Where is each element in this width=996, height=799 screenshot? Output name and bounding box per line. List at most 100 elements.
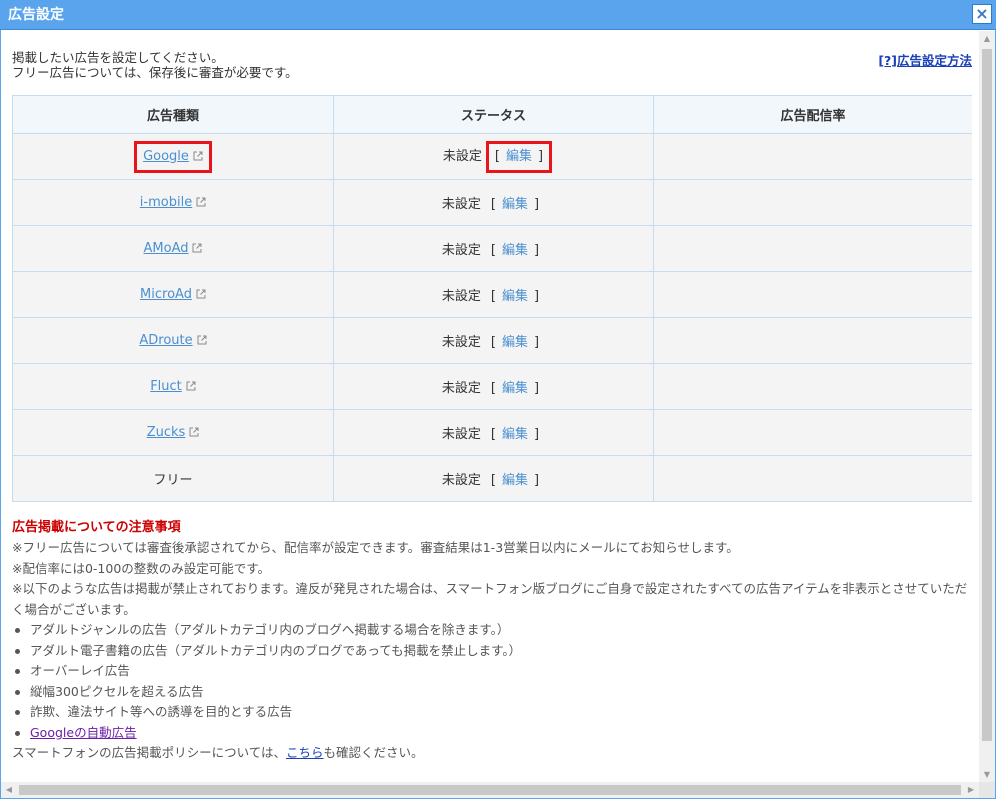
- edit-button[interactable]: 編集: [502, 243, 528, 258]
- status-cell: 未設定 [ 編集]: [333, 409, 654, 456]
- table-row: i-mobile 未設定 [編集]: [12, 179, 972, 226]
- status-text: 未設定: [441, 197, 481, 212]
- bracket-close: ]: [538, 148, 544, 164]
- edit-button[interactable]: 編集: [502, 427, 528, 442]
- ad-provider-link[interactable]: i-mobile: [140, 195, 192, 210]
- table-row: ADroute 未設定 [ 編集]: [12, 317, 972, 364]
- horizontal-scrollbar[interactable]: ◀ ▶: [1, 782, 979, 798]
- delivery-rate-cell: [653, 271, 972, 318]
- status-text: 未設定: [441, 335, 481, 350]
- table-header-row: 広告種類 ステータス 広告配信率: [12, 95, 972, 134]
- status-text: 未設定: [441, 381, 481, 396]
- ad-provider-link[interactable]: Fluct: [150, 379, 182, 394]
- bracket-close: ]: [534, 289, 540, 304]
- edit-wrapper: [ 編集]: [485, 243, 545, 258]
- status-cell: 未設定 [ 編集]: [333, 271, 654, 318]
- edit-wrapper: [ 編集]: [485, 427, 545, 442]
- bracket-close: ]: [534, 243, 540, 258]
- status-text: 未設定: [442, 148, 482, 164]
- scroll-left-icon[interactable]: ◀: [1, 782, 17, 798]
- vertical-scrollbar[interactable]: ▲ ▼: [979, 31, 995, 783]
- prohibited-list: アダルトジャンルの広告（アダルトカテゴリ内のブログへ掲載する場合を除きます。） …: [12, 620, 972, 743]
- status-text: 未設定: [441, 289, 481, 304]
- edit-wrapper: [ 編集]: [485, 335, 545, 350]
- notes-section: 広告掲載についての注意事項 ※フリー広告については審査後承認されてから、配信率が…: [12, 518, 972, 764]
- list-item: 縦幅300ピクセルを超える広告: [12, 682, 972, 703]
- intro-text: 掲載したい広告を設定してください。 フリー広告については、保存後に審査が必要です…: [12, 50, 298, 80]
- status-cell: 未設定 [ 編集]: [333, 363, 654, 410]
- external-link-icon: [196, 288, 206, 299]
- bracket-open: [: [490, 243, 496, 258]
- status-cell: 未設定 [編集]: [333, 455, 654, 502]
- policy-link[interactable]: こちら: [286, 745, 324, 760]
- list-item: アダルトジャンルの広告（アダルトカテゴリ内のブログへ掲載する場合を除きます。）: [12, 620, 972, 641]
- ad-provider-link[interactable]: ADroute: [139, 333, 192, 348]
- bracket-open: [: [490, 427, 496, 442]
- bracket-close: ]: [534, 427, 540, 442]
- edit-button[interactable]: 編集: [502, 197, 528, 212]
- table-row: AMoAd 未設定 [編集]: [12, 225, 972, 272]
- ad-type-cell: ADroute: [12, 317, 334, 364]
- close-button[interactable]: ×: [972, 4, 992, 24]
- ad-settings-help-link[interactable]: [?]広告設定方法: [878, 50, 972, 69]
- scroll-up-icon[interactable]: ▲: [979, 31, 995, 47]
- policy-note: スマートフォンの広告掲載ポリシーについては、こちらも確認ください。: [12, 743, 972, 764]
- table-row: MicroAd 未設定 [ 編集]: [12, 271, 972, 318]
- intro-line-2: フリー広告については、保存後に審査が必要です。: [12, 65, 298, 80]
- external-link-icon: [193, 150, 203, 160]
- bracket-close: ]: [534, 381, 540, 396]
- vertical-scroll-thumb[interactable]: [982, 49, 992, 741]
- ad-provider-link[interactable]: MicroAd: [140, 287, 192, 302]
- window-title: 広告設定: [8, 7, 64, 23]
- edit-button[interactable]: 編集: [502, 473, 528, 488]
- ad-provider-link[interactable]: Zucks: [147, 425, 186, 440]
- scroll-down-icon[interactable]: ▼: [979, 767, 995, 783]
- google-auto-ads-link[interactable]: Googleの自動広告: [30, 725, 137, 740]
- status-text: 未設定: [441, 473, 481, 488]
- status-cell: 未設定 [編集]: [333, 133, 654, 180]
- ad-provider-link[interactable]: AMoAd: [144, 241, 189, 256]
- table-row: Google 未設定 [編集]: [12, 133, 972, 180]
- dialog-content: 掲載したい広告を設定してください。 フリー広告については、保存後に審査が必要です…: [12, 30, 972, 782]
- edit-button[interactable]: 編集: [502, 289, 528, 304]
- external-link-icon: [186, 380, 196, 391]
- table-row: Fluct 未設定 [ 編集]: [12, 363, 972, 410]
- horizontal-scroll-thumb[interactable]: [19, 785, 961, 795]
- header-delivery-rate: 広告配信率: [653, 95, 972, 134]
- edit-button[interactable]: 編集: [506, 149, 532, 164]
- status-text: 未設定: [441, 427, 481, 442]
- external-link-icon: [189, 426, 199, 437]
- edit-wrapper: [編集]: [485, 473, 545, 488]
- scroll-right-icon[interactable]: ▶: [963, 782, 979, 798]
- header-ad-type: 広告種類: [12, 95, 334, 134]
- delivery-rate-cell: [653, 133, 972, 180]
- delivery-rate-cell: [653, 179, 972, 226]
- note-free-ads: ※フリー広告については審査後承認されてから、配信率が設定できます。審査結果は1-…: [12, 540, 739, 555]
- bracket-close: ]: [534, 197, 540, 212]
- table-row: Zucks 未設定 [ 編集]: [12, 409, 972, 456]
- ad-provider-link[interactable]: Google: [143, 149, 189, 164]
- status-cell: 未設定 [編集]: [333, 179, 654, 226]
- edit-wrapper: [ 編集]: [485, 289, 545, 304]
- highlight-box: Google: [134, 140, 212, 173]
- ad-type-cell: MicroAd: [12, 271, 334, 318]
- status-cell: 未設定 [編集]: [333, 225, 654, 272]
- note-rate-range: ※配信率には0-100の整数のみ設定可能です。: [12, 560, 271, 576]
- delivery-rate-cell: [653, 455, 972, 502]
- edit-button[interactable]: 編集: [502, 335, 528, 350]
- external-link-icon: [197, 334, 207, 345]
- ad-type-cell: AMoAd: [12, 225, 334, 272]
- delivery-rate-cell: [653, 317, 972, 364]
- policy-suffix: も確認ください。: [323, 745, 424, 760]
- table-row: フリー 未設定 [編集]: [12, 455, 972, 502]
- bracket-open: [: [490, 381, 496, 396]
- ad-settings-table: 広告種類 ステータス 広告配信率 Google 未設定 [編集] i-mobile 未設…: [12, 95, 972, 502]
- edit-button[interactable]: 編集: [502, 381, 528, 396]
- bracket-open: [: [490, 289, 496, 304]
- note-prohibited: ※以下のような広告は掲載が禁止されております。違反が発見された場合は、スマートフ…: [12, 581, 968, 617]
- intro-line-1: 掲載したい広告を設定してください。: [12, 50, 224, 65]
- policy-prefix: スマートフォンの広告掲載ポリシーについては、: [12, 745, 287, 760]
- bracket-close: ]: [534, 473, 540, 488]
- bracket-close: ]: [534, 335, 540, 350]
- bracket-open: [: [490, 335, 496, 350]
